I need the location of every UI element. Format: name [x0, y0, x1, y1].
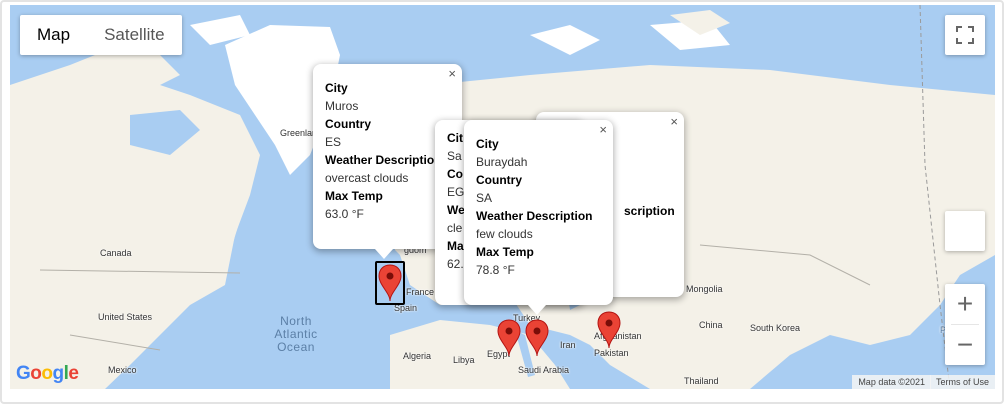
map-data-attribution: Map data ©2021 — [852, 375, 931, 389]
info-weather-label: Weather Description — [476, 209, 593, 223]
info-city-value: Muros — [325, 99, 359, 113]
terms-of-use-link[interactable]: Terms of Use — [929, 375, 995, 389]
map-marker-icon — [597, 311, 621, 349]
fullscreen-button[interactable] — [945, 15, 985, 55]
map-marker-muros-selected[interactable] — [375, 261, 405, 305]
zoom-out-button[interactable]: − — [945, 325, 985, 365]
info-temp-value: 78.8 °F — [476, 263, 515, 277]
map-marker-icon — [378, 264, 402, 302]
info-temp-label: Max Temp — [476, 245, 534, 259]
label-saudi-arabia: Saudi Arabia — [518, 365, 570, 375]
map-marker-egypt[interactable] — [496, 318, 522, 358]
zoom-in-button[interactable]: + — [945, 284, 985, 324]
label-france: France — [406, 287, 435, 297]
fullscreen-icon — [956, 26, 974, 44]
label-iran: Iran — [560, 340, 576, 350]
info-city-value: Buraydah — [476, 155, 528, 169]
label-algeria: Algeria — [403, 351, 432, 361]
map-marker-buraydah[interactable] — [524, 318, 550, 358]
google-logo[interactable]: Google — [16, 363, 79, 385]
label-mexico: Mexico — [108, 365, 137, 375]
map-type-control: Map Satellite — [20, 15, 182, 55]
map-type-satellite-button[interactable]: Satellite — [87, 15, 181, 55]
map-marker-icon — [497, 319, 521, 357]
close-icon[interactable]: × — [670, 114, 678, 129]
map-type-map-button[interactable]: Map — [20, 15, 87, 55]
map-canvas[interactable]: Greenland Canada United States Mexico gd… — [10, 5, 995, 389]
info-city-label: City — [325, 81, 348, 95]
zoom-control: + − — [945, 284, 985, 365]
info-window-tail — [528, 305, 546, 315]
info-weather-value: few clouds — [476, 227, 533, 241]
map-marker-pakistan[interactable] — [596, 310, 622, 350]
label-north-atlantic: North Atlantic Ocean — [274, 314, 318, 354]
label-canada: Canada — [100, 248, 132, 258]
label-libya: Libya — [453, 355, 475, 365]
close-icon[interactable]: × — [599, 122, 607, 137]
info-country-value: SA — [476, 191, 493, 205]
label-united-states: United States — [98, 312, 153, 322]
label-china: China — [699, 320, 723, 330]
info-window-buraydah: × City Buraydah Country SA Weather Descr… — [464, 120, 613, 305]
street-view-pegman[interactable] — [945, 211, 985, 251]
info-window-tail — [375, 249, 393, 259]
label-mongolia: Mongolia — [686, 284, 723, 294]
label-thailand: Thailand — [684, 376, 719, 386]
info-weather-label-partial: scription — [624, 204, 675, 218]
info-country-label: Country — [476, 173, 522, 187]
label-south-korea: South Korea — [750, 323, 801, 333]
info-city-label: City — [476, 137, 499, 151]
map-marker-icon — [525, 319, 549, 357]
close-icon[interactable]: × — [448, 66, 456, 81]
